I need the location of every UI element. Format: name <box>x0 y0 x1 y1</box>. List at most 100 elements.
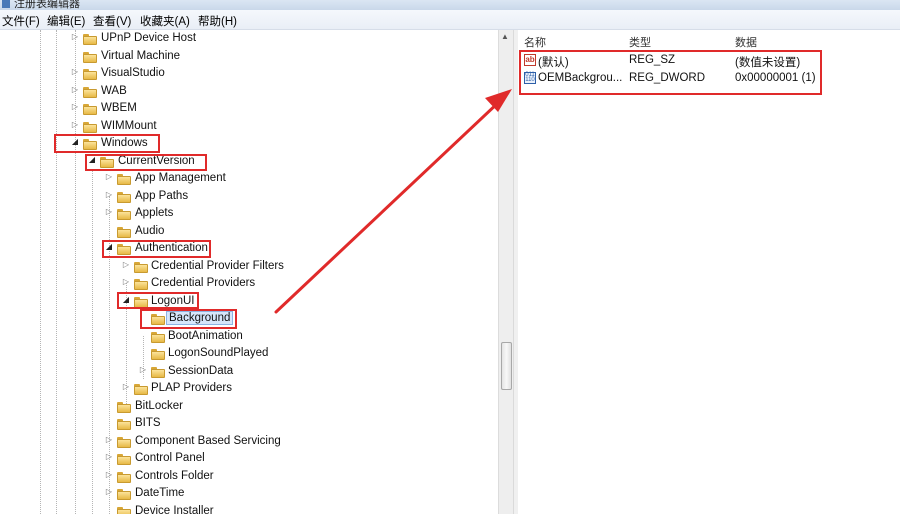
tree-item[interactable]: ▷ Credential Provider Filters <box>0 259 498 276</box>
folder-icon <box>134 297 148 308</box>
tree-item-label: LogonSoundPlayed <box>168 347 269 359</box>
expand-icon[interactable]: ▷ <box>121 277 131 286</box>
value-row-default[interactable]: ab (默认) REG_SZ (数值未设置) <box>518 52 900 69</box>
expand-icon[interactable]: ▷ <box>104 207 114 216</box>
expand-icon[interactable]: ▷ <box>104 470 114 479</box>
value-type: REG_SZ <box>629 54 676 66</box>
folder-icon <box>134 262 148 273</box>
value-row-oembackground[interactable]: 011 110 OEMBackgrou... REG_DWORD 0x000000… <box>518 70 900 87</box>
folder-icon <box>134 279 148 290</box>
tree-item[interactable]: ▷ SessionData <box>0 364 498 381</box>
app-icon <box>2 0 10 8</box>
menu-bar: 文件(F) 编辑(E) 查看(V) 收藏夹(A) 帮助(H) <box>0 10 900 30</box>
folder-icon <box>100 157 114 168</box>
folder-icon <box>151 349 165 360</box>
string-value-icon: ab <box>524 54 536 66</box>
tree-item[interactable]: Device Installer <box>0 504 498 514</box>
tree-item[interactable]: BITS <box>0 416 498 433</box>
tree-item[interactable]: ▷ VisualStudio <box>0 66 498 83</box>
expand-icon[interactable]: ▷ <box>104 452 114 461</box>
tree-item[interactable]: ▷ UPnP Device Host <box>0 31 498 48</box>
tree-item[interactable]: ▷ App Management <box>0 171 498 188</box>
expand-icon[interactable]: ▷ <box>104 487 114 496</box>
tree-item-label: WAB <box>101 85 127 97</box>
tree-item[interactable]: ▷ Credential Providers <box>0 276 498 293</box>
tree-item-label: Credential Provider Filters <box>151 260 284 272</box>
menu-edit[interactable]: 编辑(E) <box>47 13 85 29</box>
folder-icon <box>83 87 97 98</box>
folder-icon <box>83 122 97 133</box>
tree-item[interactable]: ◢ Windows <box>0 136 498 153</box>
scroll-up-icon[interactable]: ▲ <box>501 32 509 41</box>
expand-icon[interactable]: ▷ <box>70 120 80 129</box>
expand-icon[interactable]: ▷ <box>104 190 114 199</box>
expand-icon[interactable]: ▷ <box>70 85 80 94</box>
folder-icon <box>117 419 131 430</box>
expand-icon[interactable]: ▷ <box>70 102 80 111</box>
menu-favorites[interactable]: 收藏夹(A) <box>140 13 190 29</box>
tree-item[interactable]: ◢ CurrentVersion <box>0 154 498 171</box>
folder-icon <box>83 52 97 63</box>
window-title: 注册表编辑器 <box>14 0 80 10</box>
tree-item-label: WBEM <box>101 102 137 114</box>
registry-key-tree[interactable]: ▷ UPnP Device Host Virtual Machine ▷ VisualS… <box>0 30 498 514</box>
tree-item-label: App Paths <box>135 190 189 202</box>
folder-icon <box>151 367 165 378</box>
tree-item-label: Device Installer <box>135 505 214 514</box>
menu-file[interactable]: 文件(F) <box>2 13 40 29</box>
collapse-icon[interactable]: ◢ <box>87 155 97 164</box>
expand-icon[interactable]: ▷ <box>70 32 80 41</box>
tree-item[interactable]: ▷ Controls Folder <box>0 469 498 486</box>
tree-item-label: SessionData <box>168 365 234 377</box>
tree-item-label: Background <box>166 311 234 325</box>
tree-item[interactable]: Background <box>0 311 498 328</box>
tree-item[interactable]: BootAnimation <box>0 329 498 346</box>
scrollbar-thumb[interactable] <box>501 342 512 390</box>
expand-icon[interactable]: ▷ <box>70 67 80 76</box>
tree-item[interactable]: Virtual Machine <box>0 49 498 66</box>
value-name: OEMBackgrou... <box>538 72 623 84</box>
tree-item-label: WIMMount <box>101 120 157 132</box>
tree-item[interactable]: ▷ DateTime <box>0 486 498 503</box>
tree-item[interactable]: ◢ Authentication <box>0 241 498 258</box>
folder-icon <box>117 209 131 220</box>
tree-item[interactable]: ▷ WBEM <box>0 101 498 118</box>
tree-item[interactable]: ◢ LogonUI <box>0 294 498 311</box>
menu-help[interactable]: 帮助(H) <box>198 13 237 29</box>
tree-item-label: BootAnimation <box>168 330 243 342</box>
tree-item-label: Control Panel <box>135 452 205 464</box>
tree-item[interactable]: ▷ App Paths <box>0 189 498 206</box>
tree-vertical-scrollbar[interactable]: ▲ <box>498 30 513 514</box>
tree-item[interactable]: Audio <box>0 224 498 241</box>
expand-icon[interactable]: ▷ <box>121 382 131 391</box>
expand-icon[interactable]: ▷ <box>104 435 114 444</box>
collapse-icon[interactable]: ◢ <box>70 137 80 146</box>
collapse-icon[interactable]: ◢ <box>104 242 114 251</box>
column-header-type[interactable]: 类型 <box>629 34 651 50</box>
tree-item[interactable]: ▷ Control Panel <box>0 451 498 468</box>
tree-item[interactable]: ▷ Component Based Servicing <box>0 434 498 451</box>
expand-icon[interactable]: ▷ <box>138 365 148 374</box>
binary-value-icon: 011 110 <box>524 72 536 84</box>
column-header-name[interactable]: 名称 <box>524 34 546 50</box>
tree-item[interactable]: BitLocker <box>0 399 498 416</box>
expand-icon[interactable]: ▷ <box>121 260 131 269</box>
registry-values-list: 名称 类型 数据 ab (默认) REG_SZ (数值未设置) 011 110 O… <box>518 30 900 514</box>
tree-item[interactable]: ▷ Applets <box>0 206 498 223</box>
title-bar: 注册表编辑器 <box>0 0 900 10</box>
menu-view[interactable]: 查看(V) <box>93 13 131 29</box>
folder-icon <box>117 244 131 255</box>
value-type: REG_DWORD <box>629 72 706 84</box>
value-name: (默认) <box>538 57 569 69</box>
column-header-data[interactable]: 数据 <box>735 34 757 50</box>
tree-item[interactable]: LogonSoundPlayed <box>0 346 498 363</box>
tree-item-label: App Management <box>135 172 226 184</box>
tree-item[interactable]: ▷ WAB <box>0 84 498 101</box>
folder-icon <box>83 34 97 45</box>
tree-item-label: UPnP Device Host <box>101 32 197 44</box>
tree-item[interactable]: ▷ WIMMount <box>0 119 498 136</box>
expand-icon[interactable]: ▷ <box>104 172 114 181</box>
tree-item[interactable]: ▷ PLAP Providers <box>0 381 498 398</box>
tree-item-label: LogonUI <box>151 295 195 307</box>
collapse-icon[interactable]: ◢ <box>121 295 131 304</box>
